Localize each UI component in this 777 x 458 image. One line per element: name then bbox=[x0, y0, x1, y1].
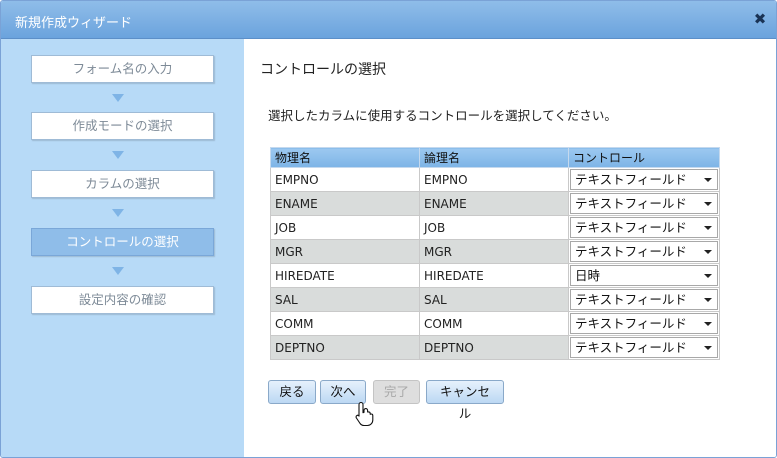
control-select-value: テキストフィールド bbox=[575, 244, 687, 259]
step-arrow-icon bbox=[112, 151, 124, 159]
control-table: 物理名 論理名 コントロール EMPNO EMPNO テキストフィールド ENA… bbox=[270, 147, 720, 360]
control-select-value: テキストフィールド bbox=[575, 220, 687, 235]
control-cell: 日時 bbox=[568, 263, 720, 288]
control-select-value: テキストフィールド bbox=[575, 196, 687, 211]
step-arrow-icon bbox=[112, 94, 124, 102]
window-title: 新規作成ウィザード bbox=[15, 16, 133, 31]
control-cell: テキストフィールド bbox=[568, 287, 720, 312]
wizard-window: 新規作成ウィザード ✖ フォーム名の入力 作成モードの選択 カラムの選択 コント… bbox=[0, 0, 777, 458]
logical-name-cell: SAL bbox=[419, 287, 569, 312]
control-cell: テキストフィールド bbox=[568, 311, 720, 336]
control-select-value: テキストフィールド bbox=[575, 292, 687, 307]
control-select[interactable]: テキストフィールド bbox=[570, 193, 718, 214]
column-header-logical: 論理名 bbox=[419, 147, 569, 168]
column-header-control: コントロール bbox=[568, 147, 720, 168]
title-bar: 新規作成ウィザード ✖ bbox=[1, 1, 776, 39]
step-arrow-icon bbox=[112, 267, 124, 275]
physical-name-cell: JOB bbox=[270, 215, 420, 240]
step-arrow-icon bbox=[112, 209, 124, 217]
table-row: SAL SAL テキストフィールド bbox=[270, 287, 720, 312]
logical-name-cell: HIREDATE bbox=[419, 263, 569, 288]
step-creation-mode: 作成モードの選択 bbox=[31, 112, 214, 140]
hand-cursor-icon bbox=[355, 401, 374, 427]
control-select[interactable]: テキストフィールド bbox=[570, 241, 718, 262]
control-select[interactable]: 日時 bbox=[570, 265, 718, 286]
chevron-down-icon bbox=[704, 346, 712, 350]
control-select-value: テキストフィールド bbox=[575, 316, 687, 331]
control-cell: テキストフィールド bbox=[568, 239, 720, 264]
step-control-select: コントロールの選択 bbox=[31, 228, 214, 256]
column-header-physical: 物理名 bbox=[270, 147, 420, 168]
table-row: JOB JOB テキストフィールド bbox=[270, 215, 720, 240]
step-form-name: フォーム名の入力 bbox=[31, 55, 214, 83]
control-select[interactable]: テキストフィールド bbox=[570, 217, 718, 238]
logical-name-cell: ENAME bbox=[419, 191, 569, 216]
physical-name-cell: COMM bbox=[270, 311, 420, 336]
control-select[interactable]: テキストフィールド bbox=[570, 313, 718, 334]
physical-name-cell: SAL bbox=[270, 287, 420, 312]
logical-name-cell: MGR bbox=[419, 239, 569, 264]
control-cell: テキストフィールド bbox=[568, 215, 720, 240]
physical-name-cell: HIREDATE bbox=[270, 263, 420, 288]
physical-name-cell: ENAME bbox=[270, 191, 420, 216]
control-cell: テキストフィールド bbox=[568, 167, 720, 192]
table-row: EMPNO EMPNO テキストフィールド bbox=[270, 167, 720, 192]
table-row: COMM COMM テキストフィールド bbox=[270, 311, 720, 336]
control-select-value: 日時 bbox=[575, 268, 601, 283]
physical-name-cell: DEPTNO bbox=[270, 335, 420, 360]
logical-name-cell: COMM bbox=[419, 311, 569, 336]
chevron-down-icon bbox=[704, 322, 712, 326]
close-icon[interactable]: ✖ bbox=[752, 11, 768, 27]
wizard-content: コントロールの選択 選択したカラムに使用するコントロールを選択してください。 物… bbox=[244, 39, 776, 457]
back-button[interactable]: 戻る bbox=[268, 380, 316, 404]
chevron-down-icon bbox=[704, 298, 712, 302]
control-cell: テキストフィールド bbox=[568, 191, 720, 216]
chevron-down-icon bbox=[704, 250, 712, 254]
control-select[interactable]: テキストフィールド bbox=[570, 337, 718, 358]
control-select-value: テキストフィールド bbox=[575, 172, 687, 187]
page-title: コントロールの選択 bbox=[260, 62, 386, 78]
control-select[interactable]: テキストフィールド bbox=[570, 289, 718, 310]
logical-name-cell: EMPNO bbox=[419, 167, 569, 192]
physical-name-cell: MGR bbox=[270, 239, 420, 264]
table-row: DEPTNO DEPTNO テキストフィールド bbox=[270, 335, 720, 360]
table-row: MGR MGR テキストフィールド bbox=[270, 239, 720, 264]
table-row: HIREDATE HIREDATE 日時 bbox=[270, 263, 720, 288]
finish-button: 完了 bbox=[373, 380, 420, 404]
chevron-down-icon bbox=[704, 226, 712, 230]
cancel-button[interactable]: キャンセル bbox=[426, 380, 504, 421]
logical-name-cell: DEPTNO bbox=[419, 335, 569, 360]
chevron-down-icon bbox=[704, 202, 712, 206]
logical-name-cell: JOB bbox=[419, 215, 569, 240]
control-select-value: テキストフィールド bbox=[575, 340, 687, 355]
wizard-steps-sidebar: フォーム名の入力 作成モードの選択 カラムの選択 コントロールの選択 設定内容の… bbox=[1, 39, 244, 457]
table-header-row: 物理名 論理名 コントロール bbox=[270, 147, 720, 168]
control-select[interactable]: テキストフィールド bbox=[570, 169, 718, 190]
step-column-select: カラムの選択 bbox=[31, 170, 214, 198]
physical-name-cell: EMPNO bbox=[270, 167, 420, 192]
table-row: ENAME ENAME テキストフィールド bbox=[270, 191, 720, 216]
control-cell: テキストフィールド bbox=[568, 335, 720, 360]
chevron-down-icon bbox=[704, 274, 712, 278]
step-confirm-settings: 設定内容の確認 bbox=[31, 286, 214, 314]
chevron-down-icon bbox=[704, 178, 712, 182]
instruction-text: 選択したカラムに使用するコントロールを選択してください。 bbox=[268, 108, 617, 123]
